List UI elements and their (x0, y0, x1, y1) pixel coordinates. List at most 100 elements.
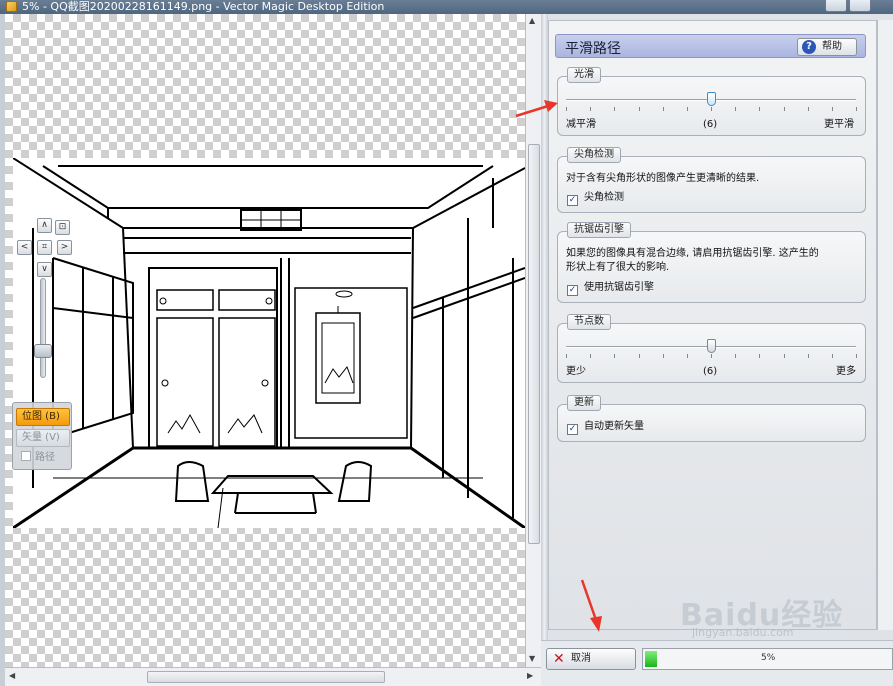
slider-tick (759, 107, 761, 111)
corner-detection-group: 尖角检测 对于含有尖角形状的图像产生更清晰的结果. ✓ 尖角检测 (557, 147, 866, 213)
antialias-group-label: 抗锯齿引擎 (567, 222, 631, 238)
slider-tick (783, 354, 785, 358)
slider-tick (638, 354, 640, 358)
corner-checkbox-label: 尖角检测 (584, 192, 624, 203)
slider-tick (735, 354, 737, 358)
node-count-group: 节点数 更少 (6) 更多 (557, 314, 866, 383)
center-view-button[interactable]: ⌗ (37, 240, 52, 255)
slider-tick (638, 107, 640, 111)
settings-scrollbar[interactable] (877, 20, 893, 630)
antialias-checkbox-label: 使用抗锯齿引擎 (584, 282, 654, 293)
panel-header: 平滑路径 ? 帮助 (555, 34, 866, 58)
help-label: 帮助 (822, 41, 842, 52)
red-arrow-icon (580, 579, 602, 632)
pan-left-button[interactable]: < (17, 240, 32, 255)
slider-tick (711, 354, 712, 358)
smooth-group: 光滑 减平滑 (6) 更平滑 (557, 67, 866, 136)
image-canvas[interactable] (5, 14, 525, 667)
scroll-left-arrow-icon[interactable]: ◀ (9, 671, 15, 680)
window-controls (825, 0, 871, 12)
mode-path-toggle[interactable]: 路径 (16, 450, 70, 468)
corner-group-label: 尖角检测 (567, 147, 621, 163)
slider-tick (686, 107, 688, 111)
zoom-slider-track[interactable] (40, 278, 46, 378)
mode-path-label: 路径 (35, 452, 55, 463)
horizontal-scroll-thumb[interactable] (147, 671, 385, 683)
cancel-button[interactable]: ✕ 取消 (546, 648, 636, 670)
node-max-label: 更多 (836, 366, 856, 377)
antialias-description-line1: 如果您的图像具有混合边缘, 请启用抗锯齿引擎. 这产生的 (566, 248, 819, 259)
slider-tick (807, 107, 809, 111)
app-icon (6, 1, 17, 12)
red-arrow-icon (515, 100, 558, 118)
progress-text: 5% (761, 653, 776, 663)
auto-update-checkbox[interactable]: ✓ 自动更新矢量 (567, 421, 644, 435)
antialias-group: 抗锯齿引擎 如果您的图像具有混合边缘, 请启用抗锯齿引擎. 这产生的 形状上有了… (557, 222, 866, 303)
maximize-button[interactable] (849, 0, 871, 12)
slider-tick (662, 107, 664, 111)
checkmark-icon[interactable]: ✓ (567, 424, 578, 435)
slider-tick (662, 354, 664, 358)
slider-tick (735, 107, 737, 111)
slider-tick (614, 354, 616, 358)
smooth-min-label: 减平滑 (566, 119, 596, 130)
pan-up-button[interactable]: ∧ (37, 218, 52, 233)
antialias-description-line2: 形状上有了很大的影响. (566, 262, 670, 273)
checkmark-icon[interactable]: ✓ (567, 195, 578, 206)
slider-tick (614, 107, 616, 111)
fit-view-button[interactable]: ⊡ (55, 220, 70, 235)
vertical-scroll-thumb[interactable] (528, 144, 540, 544)
navigation-pad: ∧ ⊡ < ⌗ > ∨ (17, 218, 75, 278)
slider-tick (856, 107, 857, 111)
help-button[interactable]: ? 帮助 (797, 38, 857, 56)
auto-update-label: 自动更新矢量 (584, 421, 644, 432)
slider-tick (831, 107, 833, 111)
node-min-label: 更少 (566, 366, 586, 377)
smooth-max-label: 更平滑 (824, 119, 854, 130)
mode-bitmap-button[interactable]: 位图 (B) (16, 408, 70, 426)
corner-description: 对于含有尖角形状的图像产生更清晰的结果. (566, 173, 760, 184)
room-drawing-svg (12, 157, 525, 530)
smooth-slider-thumb[interactable] (707, 92, 716, 106)
cancel-label: 取消 (571, 653, 591, 664)
pan-down-button[interactable]: ∨ (37, 262, 52, 277)
node-slider-thumb[interactable] (707, 339, 716, 353)
slider-tick (686, 354, 688, 358)
node-value-label: (6) (703, 366, 718, 377)
watermark-url: jingyan.baidu.com (692, 626, 794, 639)
mode-vector-button[interactable]: 矢量 (V) (16, 429, 70, 447)
canvas-horizontal-scrollbar[interactable]: ◀ ▶ (5, 667, 541, 686)
zoom-slider-knob[interactable] (34, 344, 52, 358)
update-group: 更新 ✓ 自动更新矢量 (557, 395, 866, 442)
window-title: 5% - QQ截图20200228161149.png - Vector Mag… (22, 0, 385, 13)
slider-tick (711, 107, 712, 111)
pan-right-button[interactable]: > (57, 240, 72, 255)
checkmark-icon[interactable]: ✓ (567, 285, 578, 296)
slider-tick (590, 107, 592, 111)
progress-fill (645, 651, 658, 667)
antialias-checkbox[interactable]: ✓ 使用抗锯齿引擎 (567, 282, 654, 296)
cancel-x-icon: ✕ (553, 651, 565, 667)
update-group-label: 更新 (567, 395, 601, 411)
slider-tick (783, 107, 785, 111)
room-line-drawing-image (12, 157, 525, 530)
view-mode-panel: 位图 (B) 矢量 (V) 路径 (12, 402, 72, 470)
corner-detection-checkbox[interactable]: ✓ 尖角检测 (567, 192, 624, 206)
scroll-up-arrow-icon[interactable]: ▲ (529, 16, 535, 25)
panel-title: 平滑路径 (565, 41, 621, 57)
slider-tick (759, 354, 761, 358)
slider-tick (856, 354, 857, 358)
slider-tick (831, 354, 833, 358)
slider-tick (566, 107, 567, 111)
slider-tick (590, 354, 592, 358)
smooth-group-label: 光滑 (567, 67, 601, 83)
help-question-icon: ? (802, 40, 816, 54)
slider-tick (566, 354, 567, 358)
scroll-down-arrow-icon[interactable]: ▼ (529, 654, 535, 663)
window-title-bar: 5% - QQ截图20200228161149.png - Vector Mag… (0, 0, 893, 14)
scroll-right-arrow-icon[interactable]: ▶ (527, 671, 533, 680)
node-group-label: 节点数 (567, 314, 611, 330)
path-checkbox[interactable] (21, 451, 31, 461)
smooth-value-label: (6) (703, 119, 718, 130)
minimize-button[interactable] (825, 0, 847, 12)
